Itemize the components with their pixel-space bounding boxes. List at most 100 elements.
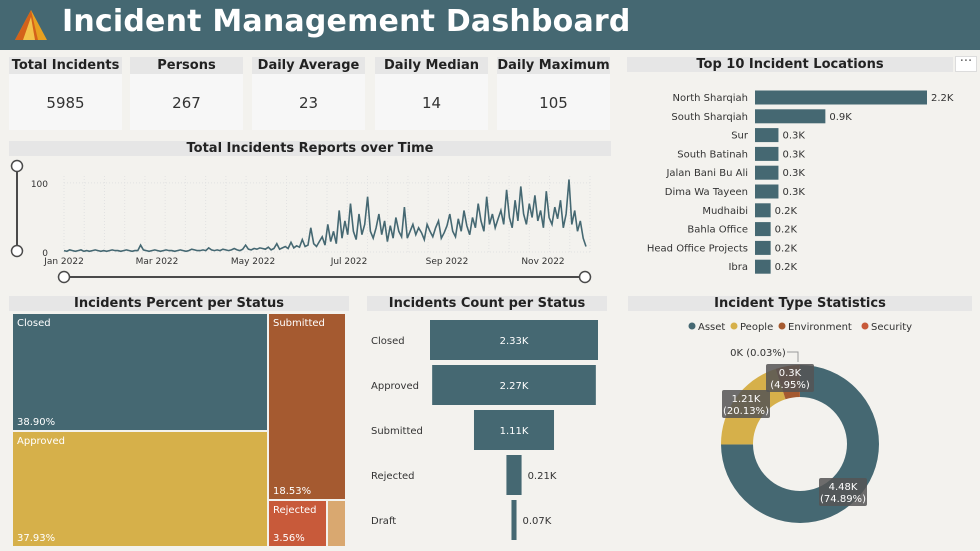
location-bar — [755, 240, 771, 255]
x-range-handle-start[interactable] — [57, 270, 71, 284]
treemap-cell-approved[interactable]: Approved 37.93% — [13, 432, 267, 546]
funnel-value-label: 2.27K — [500, 381, 529, 392]
dashboard-header: Incident Management Dashboard — [0, 0, 980, 50]
treemap-cell-rejected[interactable]: Rejected 3.56% — [269, 501, 326, 546]
location-value-label: 2.2K — [931, 93, 954, 104]
location-bar — [755, 146, 779, 161]
location-bar — [755, 128, 779, 143]
location-bar — [755, 165, 779, 180]
treemap-cell-draft[interactable] — [328, 501, 345, 546]
donut-data-label: 0.3K — [779, 368, 802, 379]
ellipsis-icon[interactable]: ··· — [955, 55, 977, 72]
location-bar — [755, 109, 826, 124]
legend-label: People — [740, 322, 773, 333]
timeline-line-chart: 1000Jan 2022 Mar 2022 May 2022 Jul 2022 Sep … — [10, 159, 592, 284]
location-label: Ibra — [728, 262, 748, 273]
triangle-logo-icon — [15, 10, 47, 40]
legend-marker — [778, 322, 786, 330]
location-label: Dima Wa Tayeen — [665, 187, 748, 198]
legend-marker — [688, 322, 696, 330]
x-tick-label: Mar 2022 — [136, 257, 179, 267]
location-value-label: 0.9K — [829, 112, 852, 123]
location-value-label: 0.3K — [782, 131, 805, 142]
location-bar — [755, 184, 779, 199]
x-range-handle-end[interactable] — [578, 270, 592, 284]
treemap-value: 37.93% — [17, 533, 56, 544]
treemap-label: Rejected — [273, 505, 317, 516]
funnel-stage-label: Submitted — [371, 426, 423, 437]
status-treemap: Closed 38.90% Approved 37.93% Submitted … — [13, 314, 347, 546]
locations-title: Top 10 Incident Locations — [627, 57, 953, 72]
treemap-value: 18.53% — [273, 486, 312, 497]
kpi-value: 267 — [172, 94, 201, 112]
legend-label: Security — [871, 322, 912, 333]
kpi-daily-median: Daily Median 14 — [375, 57, 488, 130]
location-value-label: 0.3K — [782, 168, 805, 179]
location-label: North Sharqiah — [673, 93, 749, 104]
locations-bar-chart: North Sharqiah 2.2K South Sharqiah 0.9K Sur 0… — [647, 90, 954, 274]
y-range-handle-bottom[interactable] — [10, 244, 24, 258]
kpi-title: Total Incidents — [9, 57, 122, 74]
kpi-total-incidents: Total Incidents 5985 — [9, 57, 122, 130]
funnel-stage-label: Approved — [371, 381, 419, 392]
location-value-label: 0.3K — [782, 187, 805, 198]
location-label: Bahla Office — [687, 225, 748, 236]
donut-data-label: (74.89%) — [820, 494, 866, 505]
label-leader-line — [787, 351, 799, 362]
funnel-value-label: 2.33K — [500, 336, 529, 347]
donut-data-label: 1.21K — [732, 394, 761, 405]
page-title: Incident Management Dashboard — [62, 4, 631, 39]
kpi-value: 23 — [298, 94, 319, 112]
funnel-value-label: 0.21K — [528, 471, 557, 482]
timeline-title: Total Incidents Reports over Time — [9, 141, 611, 156]
location-value-label: 0.2K — [775, 262, 798, 273]
treemap-label: Approved — [17, 436, 65, 447]
donut-data-label: (20.13%) — [723, 406, 769, 417]
treemap-cell-closed[interactable]: Closed 38.90% — [13, 314, 267, 430]
donut-title: Incident Type Statistics — [628, 296, 972, 311]
funnel-value-label: 1.11K — [500, 426, 529, 437]
status-funnel-chart: Closed 2.33K Approved 2.27K Submitted 1.11K Re… — [371, 320, 598, 540]
location-bar — [755, 222, 771, 237]
location-label: Sur — [731, 131, 749, 142]
y-range-handle-top[interactable] — [10, 159, 24, 173]
kpi-title: Daily Maximum — [497, 57, 610, 74]
legend-marker — [730, 322, 738, 330]
funnel-stage-label: Draft — [371, 516, 396, 527]
kpi-daily-average: Daily Average 23 — [252, 57, 365, 130]
location-value-label: 0.2K — [775, 243, 798, 254]
kpi-title: Daily Average — [252, 57, 365, 74]
treemap-title: Incidents Percent per Status — [9, 296, 349, 311]
kpi-value: 5985 — [46, 94, 85, 112]
kpi-daily-maximum: Daily Maximum 105 — [497, 57, 610, 130]
treemap-value: 38.90% — [17, 417, 56, 428]
treemap-cell-submitted[interactable]: Submitted 18.53% — [269, 314, 345, 499]
funnel-stage-label: Rejected — [371, 471, 415, 482]
kpi-value: 105 — [539, 94, 568, 112]
series-line — [63, 179, 587, 253]
location-label: Mudhaibi — [702, 206, 748, 217]
x-tick-label: Nov 2022 — [521, 257, 564, 267]
x-tick-label: Sep 2022 — [426, 257, 469, 267]
funnel-value-label: 0.07K — [523, 516, 552, 527]
funnel-bar — [506, 455, 522, 495]
location-value-label: 0.2K — [775, 206, 798, 217]
donut-data-label: 0K (0.03%) — [730, 348, 786, 359]
legend-label: Environment — [788, 322, 852, 333]
x-tick-label: Jul 2022 — [330, 257, 368, 267]
donut-data-label: 4.48K — [829, 482, 858, 493]
legend-marker — [861, 322, 869, 330]
treemap-label: Closed — [17, 318, 51, 329]
kpi-value: 14 — [421, 94, 442, 112]
incident-type-donut-chart: Asset People Environment Security 4.48K(74.8… — [688, 322, 912, 523]
location-bar — [755, 203, 771, 218]
kpi-persons: Persons 267 — [130, 57, 243, 130]
treemap-label: Submitted — [273, 318, 325, 329]
location-value-label: 0.3K — [782, 149, 805, 160]
location-bar — [755, 90, 927, 105]
legend-label: Asset — [698, 322, 725, 333]
location-label: South Sharqiah — [671, 112, 748, 123]
kpi-title: Daily Median — [375, 57, 488, 74]
y-tick-label: 100 — [31, 180, 48, 190]
treemap-value: 3.56% — [273, 533, 305, 544]
